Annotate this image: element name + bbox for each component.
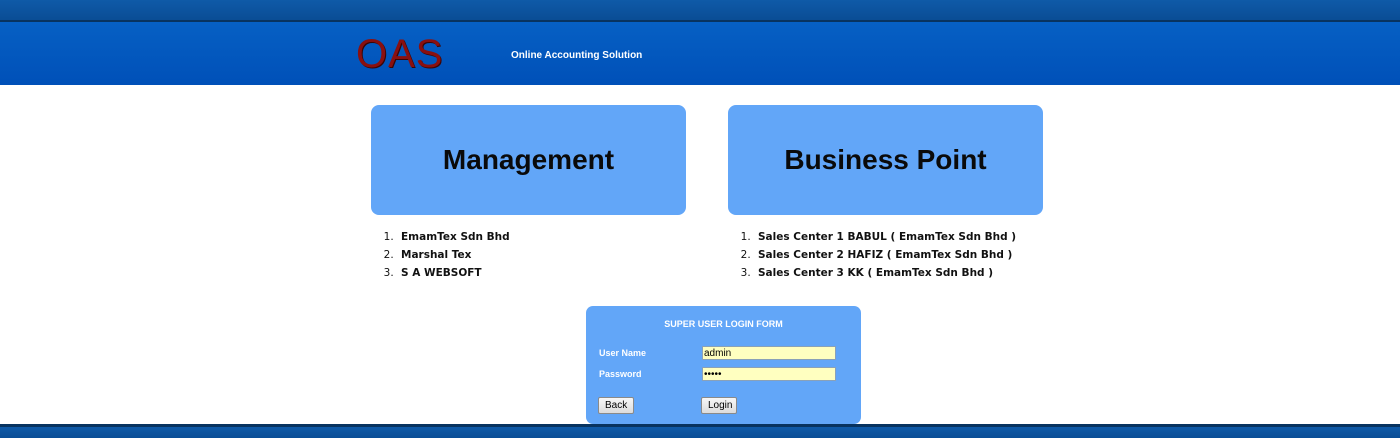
list-item[interactable]: S A WEBSOFT [397, 265, 510, 283]
logo: OAS [356, 32, 444, 76]
management-title: Management [442, 144, 615, 175]
list-item[interactable]: EmamTex Sdn Bhd [397, 229, 510, 247]
list-item[interactable]: Sales Center 1 BABUL ( EmamTex Sdn Bhd ) [754, 229, 1016, 247]
list-item[interactable]: Marshal Tex [397, 247, 510, 265]
business-point-panel[interactable]: Business Point [728, 105, 1043, 215]
back-button[interactable]: Back [598, 397, 634, 414]
business-point-title: Business Point [784, 144, 987, 175]
login-button[interactable]: Login [701, 397, 737, 414]
login-form-title: SUPER USER LOGIN FORM [664, 319, 783, 329]
header: OAS Online Accounting Solution [0, 22, 1400, 85]
page: OAS Online Accounting Solution Managemen… [0, 0, 1400, 438]
top-bar [0, 0, 1400, 20]
login-form: SUPER USER LOGIN FORM User Name Password… [586, 306, 861, 424]
management-panel[interactable]: Management [371, 105, 686, 215]
password-input[interactable] [702, 367, 836, 381]
list-item[interactable]: Sales Center 3 KK ( EmamTex Sdn Bhd ) [754, 265, 1016, 283]
tagline: Online Accounting Solution [511, 50, 643, 61]
list-item[interactable]: Sales Center 2 HAFIZ ( EmamTex Sdn Bhd ) [754, 247, 1016, 265]
business-point-list: Sales Center 1 BABUL ( EmamTex Sdn Bhd )… [728, 229, 1016, 283]
username-label: User Name [599, 348, 647, 358]
username-input[interactable] [702, 346, 836, 360]
password-label: Password [599, 369, 642, 379]
management-list: EmamTex Sdn Bhd Marshal Tex S A WEBSOFT [371, 229, 510, 283]
bottom-bar [0, 424, 1400, 438]
